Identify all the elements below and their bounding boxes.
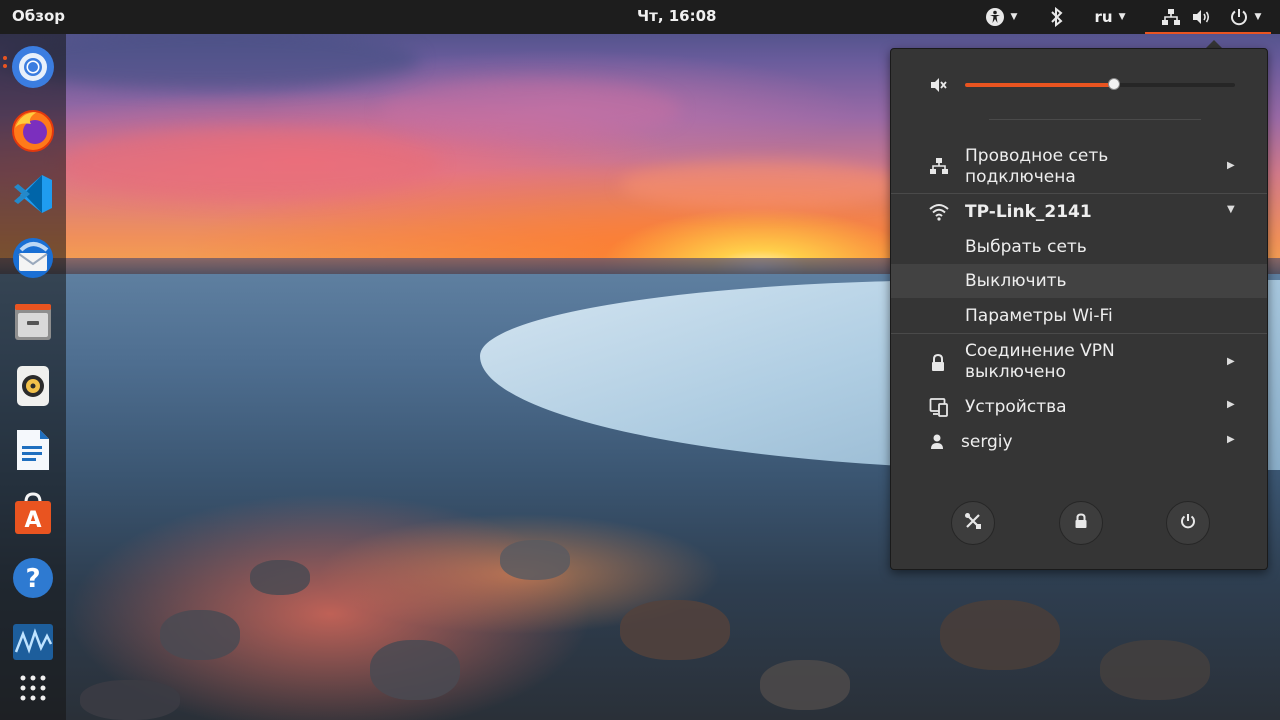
system-menu-popup: Проводное сеть подключена ▶ TP-Link_2141… [890,48,1268,570]
wallpaper-cloud [60,130,440,200]
show-apps-icon[interactable] [9,664,57,712]
user-item[interactable]: sergiy ▶ [891,425,1267,459]
wallpaper-stone [500,540,570,580]
vscode-icon[interactable] [9,170,57,218]
power-icon [1180,513,1196,533]
chevron-right-icon: ▶ [1227,434,1235,445]
power-off-button[interactable] [1166,501,1210,545]
power-icon [1229,7,1249,27]
vpn-item[interactable]: Соединение VPN выключено ▶ [891,339,1267,389]
clock[interactable]: Чт, 16:08 [637,7,716,25]
wifi-network-name: TP-Link_2141 [965,202,1092,222]
chevron-down-icon: ▼ [1010,12,1018,22]
chevron-right-icon: ▶ [1227,356,1235,367]
wifi-turn-off-item[interactable]: Выключить [891,264,1267,298]
wired-network-item[interactable]: Проводное сеть подключена ▶ [891,143,1267,193]
wifi-settings-item[interactable]: Параметры Wi-Fi [891,299,1267,333]
wired-status-line1: Проводное сеть [965,146,1109,166]
wallpaper-stone [80,680,180,720]
rhythmbox-icon[interactable] [9,362,57,410]
wallpaper-stone [250,560,310,595]
accessibility-menu[interactable]: ▼ [978,0,1024,34]
accessibility-icon [985,7,1005,27]
lock-button[interactable] [1059,501,1103,545]
wallpaper-stone [760,660,850,710]
wifi-icon [929,203,949,226]
libreoffice-writer-icon[interactable] [9,426,57,474]
network-wired-icon [929,157,949,180]
running-indicator [3,56,7,60]
volume-icon [1191,8,1211,26]
bluetooth-indicator[interactable] [1044,0,1070,34]
volume-slider[interactable] [965,78,1235,90]
top-bar: Обзор Чт, 16:08 ▼ ru ▼ ▼ [0,0,1280,34]
volume-slider-handle[interactable] [1107,78,1120,90]
firefox-icon[interactable] [9,106,57,154]
network-wired-icon [1161,8,1181,26]
language-menu[interactable]: ru ▼ [1088,0,1132,34]
separator [989,119,1201,120]
bluetooth-icon [1050,7,1064,27]
wallpaper-cloud [380,80,680,140]
wallpaper-stone [1100,640,1210,700]
speaker-muted-icon[interactable] [929,75,949,100]
network-indicator[interactable] [1156,0,1186,34]
wallpaper-stone [370,640,460,700]
devices-label: Устройства [965,397,1067,417]
chevron-down-icon: ▼ [1254,12,1262,22]
wired-status-line2: подключена [965,167,1076,187]
system-monitor-icon[interactable] [9,618,57,666]
settings-button[interactable] [951,501,995,545]
user-icon [929,433,945,456]
devices-item[interactable]: Устройства ▶ [891,390,1267,424]
volume-indicator[interactable] [1188,0,1214,34]
power-indicator[interactable]: ▼ [1222,0,1268,34]
wifi-turn-off-label: Выключить [965,271,1067,291]
wallpaper-stone [620,600,730,660]
vpn-status-line1: Соединение VPN [965,341,1115,361]
chevron-right-icon: ▶ [1227,399,1235,410]
wifi-settings-label: Параметры Wi-Fi [965,306,1113,326]
wallpaper-stone [940,600,1060,670]
volume-row [891,69,1267,101]
help-icon[interactable]: ? [9,554,57,602]
activities-button[interactable]: Обзор [12,7,65,25]
files-icon[interactable] [9,298,57,346]
chevron-down-icon: ▼ [1227,204,1235,215]
wifi-select-network-item[interactable]: Выбрать сеть [891,230,1267,264]
settings-tools-icon [964,512,982,534]
thunderbird-icon[interactable] [9,234,57,282]
wallpaper-cloud [620,160,900,210]
running-indicator [3,64,7,68]
chromium-icon[interactable] [9,43,57,91]
user-name: sergiy [961,432,1013,452]
separator [891,333,1267,334]
volume-slider-fill [965,83,1114,87]
wifi-select-network-label: Выбрать сеть [965,237,1087,257]
devices-icon [929,397,949,422]
svg-text:?: ? [25,564,40,594]
dock: A ? [0,34,66,720]
svg-text:A: A [24,508,41,533]
vpn-lock-icon [929,353,947,378]
wifi-network-item[interactable]: TP-Link_2141 ▼ [891,195,1267,229]
language-indicator: ru [1094,8,1113,26]
lock-icon [1074,513,1088,533]
wallpaper-stone [160,610,240,660]
vpn-status-line2: выключено [965,362,1066,382]
chevron-right-icon: ▶ [1227,160,1235,171]
chevron-down-icon: ▼ [1118,12,1126,22]
separator [891,193,1267,194]
software-center-icon[interactable]: A [9,490,57,538]
